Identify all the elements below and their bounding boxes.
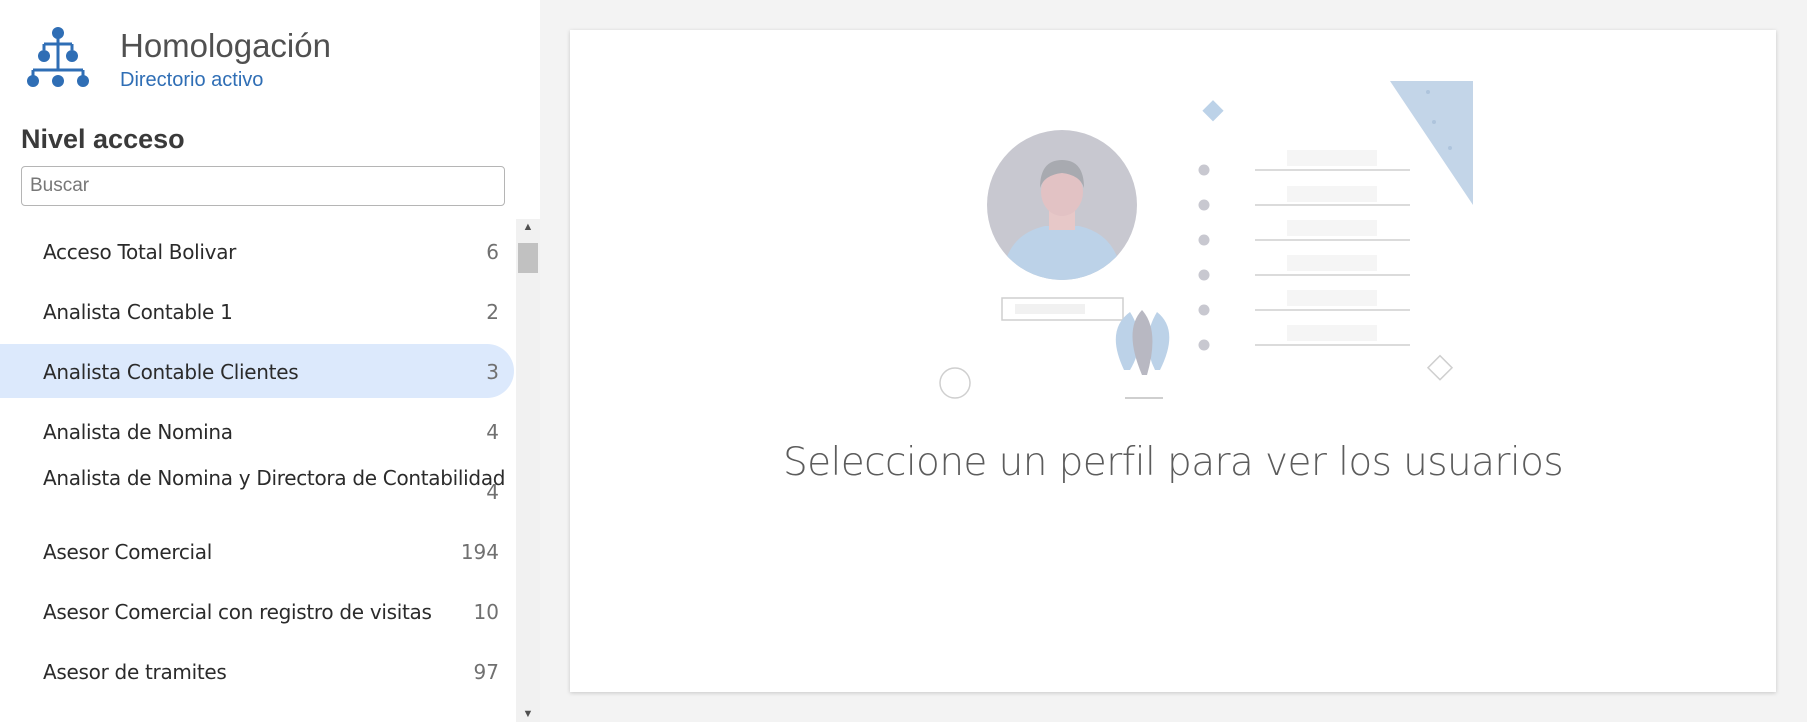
list-scrollbar[interactable]: ▲ ▼: [516, 219, 540, 722]
list-item-count: 2: [486, 300, 499, 324]
list-item[interactable]: Acceso Total Bolivar 6: [0, 219, 514, 273]
list-item-label: Analista Contable 1: [43, 300, 233, 324]
list-item[interactable]: Asesor de tramites 97: [0, 639, 514, 693]
list-item-count: 6: [486, 240, 499, 264]
plant-illustration: [1115, 310, 1170, 399]
list-item-label: Asesor Comercial: [43, 540, 212, 564]
scroll-down-arrow-icon[interactable]: ▼: [516, 706, 540, 722]
list-item-label: Acceso Total Bolivar: [43, 240, 237, 264]
sidebar: Homologación Directorio activo Nivel acc…: [0, 0, 540, 722]
list-item-label: Analista de Nomina y Directora de Contab…: [43, 466, 506, 490]
search-input[interactable]: [21, 166, 505, 206]
brand-header: Homologación Directorio activo: [25, 24, 525, 94]
scroll-up-arrow-icon[interactable]: ▲: [516, 219, 540, 235]
scroll-thumb[interactable]: [518, 243, 538, 273]
list-item-count: 4: [486, 420, 499, 444]
list-item-label: Asesor Comercial con registro de visitas: [43, 600, 432, 624]
list-item-count: 10: [473, 600, 499, 624]
list-item[interactable]: Analista Contable 1 2: [0, 279, 514, 333]
list-placeholder: [1198, 150, 1410, 351]
list-item-count: 4: [486, 480, 499, 504]
list-item-label: Analista de Nomina: [43, 420, 233, 444]
list-item[interactable]: Asesor Comercial con registro de visitas…: [0, 579, 514, 633]
access-level-list: Acceso Total Bolivar 6 Analista Contable…: [0, 219, 515, 722]
list-item-label: Asesor de tramites: [43, 660, 227, 684]
list-item-label: Analista Contable Clientes: [43, 360, 299, 384]
list-item-count: 3: [486, 360, 499, 384]
list-item[interactable]: Asesor Comercial 194: [0, 519, 514, 573]
list-item[interactable]: Analista de Nomina 4: [0, 399, 514, 453]
org-chart-icon: [27, 27, 89, 87]
empty-state-message: Seleccione un perfil para ver los usuari…: [782, 440, 1564, 485]
list-item-count: 97: [473, 660, 499, 684]
section-title: Nivel acceso: [21, 124, 185, 154]
avatar-illustration: [987, 130, 1137, 280]
app-subtitle: Directorio activo: [120, 69, 264, 91]
list-item-count: 194: [460, 540, 499, 564]
user-profile-illustration: [939, 81, 1473, 399]
list-item[interactable]: Analista de Nomina y Directora de Contab…: [0, 459, 514, 513]
list-item-selected[interactable]: Analista Contable Clientes 3: [0, 344, 514, 398]
app-title: Homologación: [120, 27, 331, 64]
app-window: Homologación Directorio activo Nivel acc…: [0, 0, 1807, 722]
user-panel: Seleccione un perfil para ver los usuari…: [570, 30, 1776, 692]
